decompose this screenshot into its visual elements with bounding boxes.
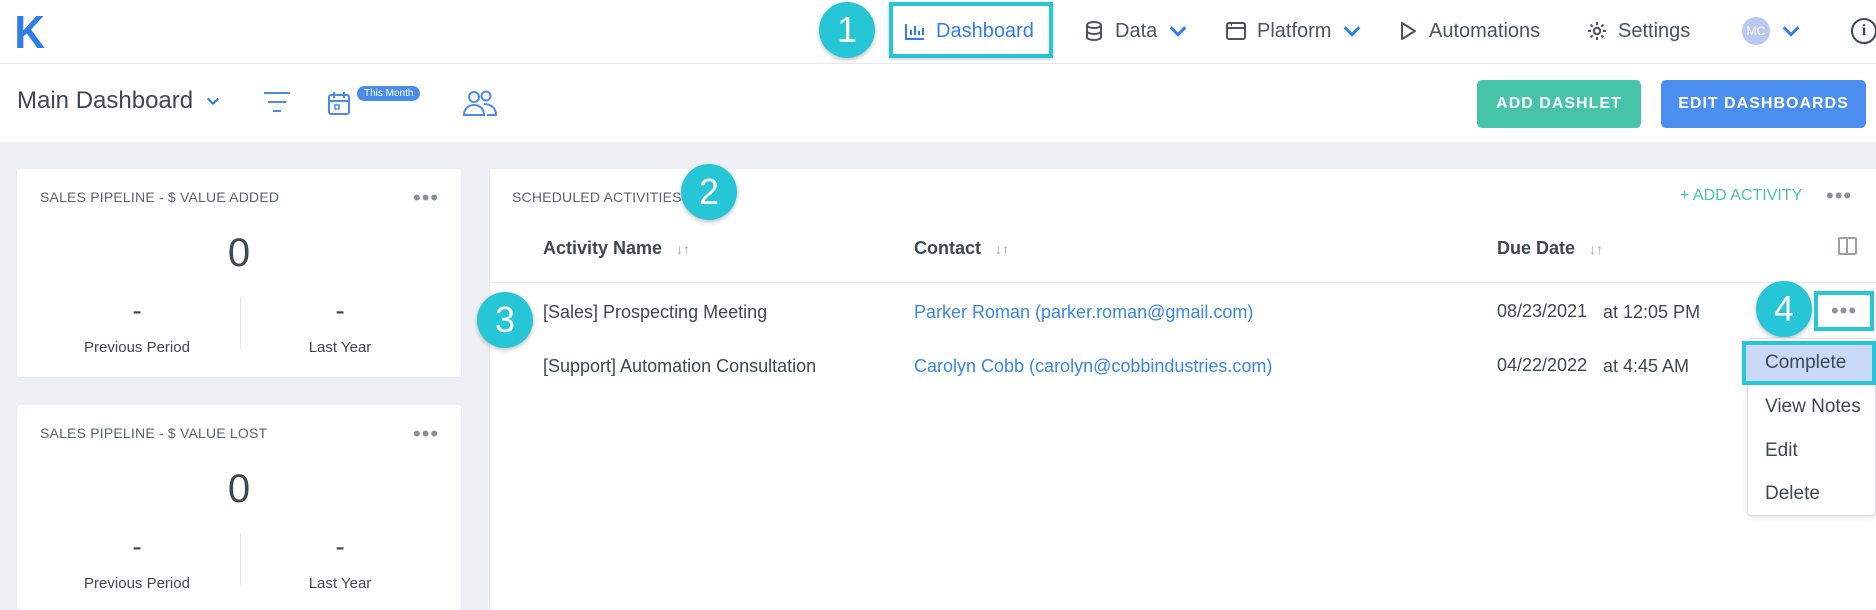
dashlet-metric-value: 0 xyxy=(227,231,251,275)
due-time: at 4:45 AM xyxy=(1603,356,1690,376)
activity-name[interactable]: [Sales] Prospecting Meeting xyxy=(543,302,767,323)
column-header-label: Due Date xyxy=(1497,238,1576,258)
dashlet-title: SALES PIPELINE - $ VALUE LOST xyxy=(40,425,268,441)
header-divider xyxy=(490,282,1876,283)
dashlet-value-lost: SALES PIPELINE - $ VALUE LOST ••• 0 - - … xyxy=(17,405,461,610)
row-actions-button[interactable]: ••• xyxy=(1814,291,1874,331)
menu-item-complete[interactable]: Complete xyxy=(1765,352,1846,374)
previous-period-label: Previous Period xyxy=(84,339,190,356)
filter-icon[interactable] xyxy=(263,90,291,114)
bar-chart-icon xyxy=(905,24,924,40)
due-date: 08/23/2021 xyxy=(1497,301,1588,321)
column-header-label: Contact xyxy=(914,238,981,258)
column-header-label: Activity Name xyxy=(543,238,663,258)
step-badge-2: 2 xyxy=(681,164,737,220)
previous-period-value: - xyxy=(132,531,142,562)
menu-item-edit[interactable]: Edit xyxy=(1765,440,1798,462)
avatar: MC xyxy=(1742,17,1770,45)
scheduled-activities-dashlet xyxy=(490,169,1876,610)
chevron-down-icon xyxy=(1169,26,1187,37)
nav-data-label: Data xyxy=(1115,19,1158,42)
users-icon[interactable] xyxy=(462,89,498,117)
divider xyxy=(240,533,241,585)
page-title: Main Dashboard xyxy=(17,87,194,114)
column-header-due-date[interactable]: Due Date ↓↑ xyxy=(1497,238,1603,259)
contact-link[interactable]: Parker Roman (parker.roman@gmail.com) xyxy=(914,302,1253,323)
dashlet-menu-button[interactable]: ••• xyxy=(1826,185,1852,207)
due-time: at 12:05 PM xyxy=(1603,302,1701,322)
calendar-icon[interactable] xyxy=(327,90,351,116)
dashlet-value-added: SALES PIPELINE - $ VALUE ADDED ••• 0 - -… xyxy=(17,169,461,377)
add-dashlet-button[interactable]: ADD DASHLET xyxy=(1477,80,1641,128)
nav-data[interactable]: Data xyxy=(1083,0,1189,62)
contact-link[interactable]: Carolyn Cobb (carolyn@cobbindustries.com… xyxy=(914,356,1272,377)
nav-settings-label: Settings xyxy=(1618,19,1691,42)
database-icon xyxy=(1086,21,1102,42)
divider xyxy=(240,297,241,349)
dashlet-metric-value: 0 xyxy=(227,467,251,511)
nav-dashboard-label: Dashboard xyxy=(936,19,1034,42)
due-date: 04/22/2022 xyxy=(1497,355,1588,375)
edit-dashboards-button[interactable]: EDIT DASHBOARDS xyxy=(1661,80,1866,128)
dashlet-menu-button[interactable]: ••• xyxy=(413,187,439,209)
menu-item-view-notes[interactable]: View Notes xyxy=(1765,396,1861,418)
dashlet-menu-button[interactable]: ••• xyxy=(413,423,439,445)
column-header-contact[interactable]: Contact ↓↑ xyxy=(914,238,1009,259)
dashboard-selector[interactable]: Main Dashboard xyxy=(17,87,221,115)
nav-automations-label: Automations xyxy=(1429,19,1541,42)
brand-logo[interactable]: K xyxy=(14,9,45,55)
add-activity-button[interactable]: + ADD ACTIVITY xyxy=(1680,187,1802,205)
last-year-label: Last Year xyxy=(308,339,372,356)
dashlet-title: SCHEDULED ACTIVITIES xyxy=(512,189,682,205)
play-icon xyxy=(1401,22,1416,40)
nav-platform[interactable]: Platform xyxy=(1225,0,1363,62)
activity-name[interactable]: [Support] Automation Consultation xyxy=(543,356,816,377)
sort-icon: ↓↑ xyxy=(676,240,691,257)
window-icon xyxy=(1226,22,1246,40)
sort-icon: ↓↑ xyxy=(995,240,1009,257)
top-nav: K Dashboard Data Platform Automations Se… xyxy=(0,0,1876,64)
column-header-activity-name[interactable]: Activity Name ↓↑ xyxy=(543,238,690,259)
last-year-value: - xyxy=(335,531,345,562)
info-icon[interactable]: i xyxy=(1851,18,1876,44)
chevron-down-icon xyxy=(1344,26,1361,37)
step-badge-4: 4 xyxy=(1756,281,1812,337)
user-menu[interactable]: MC xyxy=(1742,0,1802,62)
nav-settings[interactable]: Settings xyxy=(1586,0,1690,62)
columns-icon[interactable] xyxy=(1838,237,1857,255)
menu-item-delete[interactable]: Delete xyxy=(1765,483,1820,505)
step-badge-1: 1 xyxy=(819,2,875,58)
dashlet-title: SALES PIPELINE - $ VALUE ADDED xyxy=(40,189,280,205)
sort-icon: ↓↑ xyxy=(1589,240,1604,257)
chevron-down-icon xyxy=(1782,26,1800,37)
date-range-badge[interactable]: This Month xyxy=(357,86,421,101)
nav-automations[interactable]: Automations xyxy=(1397,0,1540,62)
chevron-down-icon xyxy=(207,97,220,106)
step-badge-3: 3 xyxy=(477,292,533,348)
last-year-value: - xyxy=(335,295,345,326)
nav-platform-label: Platform xyxy=(1257,19,1332,42)
nav-dashboard[interactable]: Dashboard xyxy=(904,0,1034,62)
previous-period-label: Previous Period xyxy=(84,575,190,592)
previous-period-value: - xyxy=(132,295,142,326)
gear-icon xyxy=(1588,22,1606,40)
last-year-label: Last Year xyxy=(308,575,372,592)
